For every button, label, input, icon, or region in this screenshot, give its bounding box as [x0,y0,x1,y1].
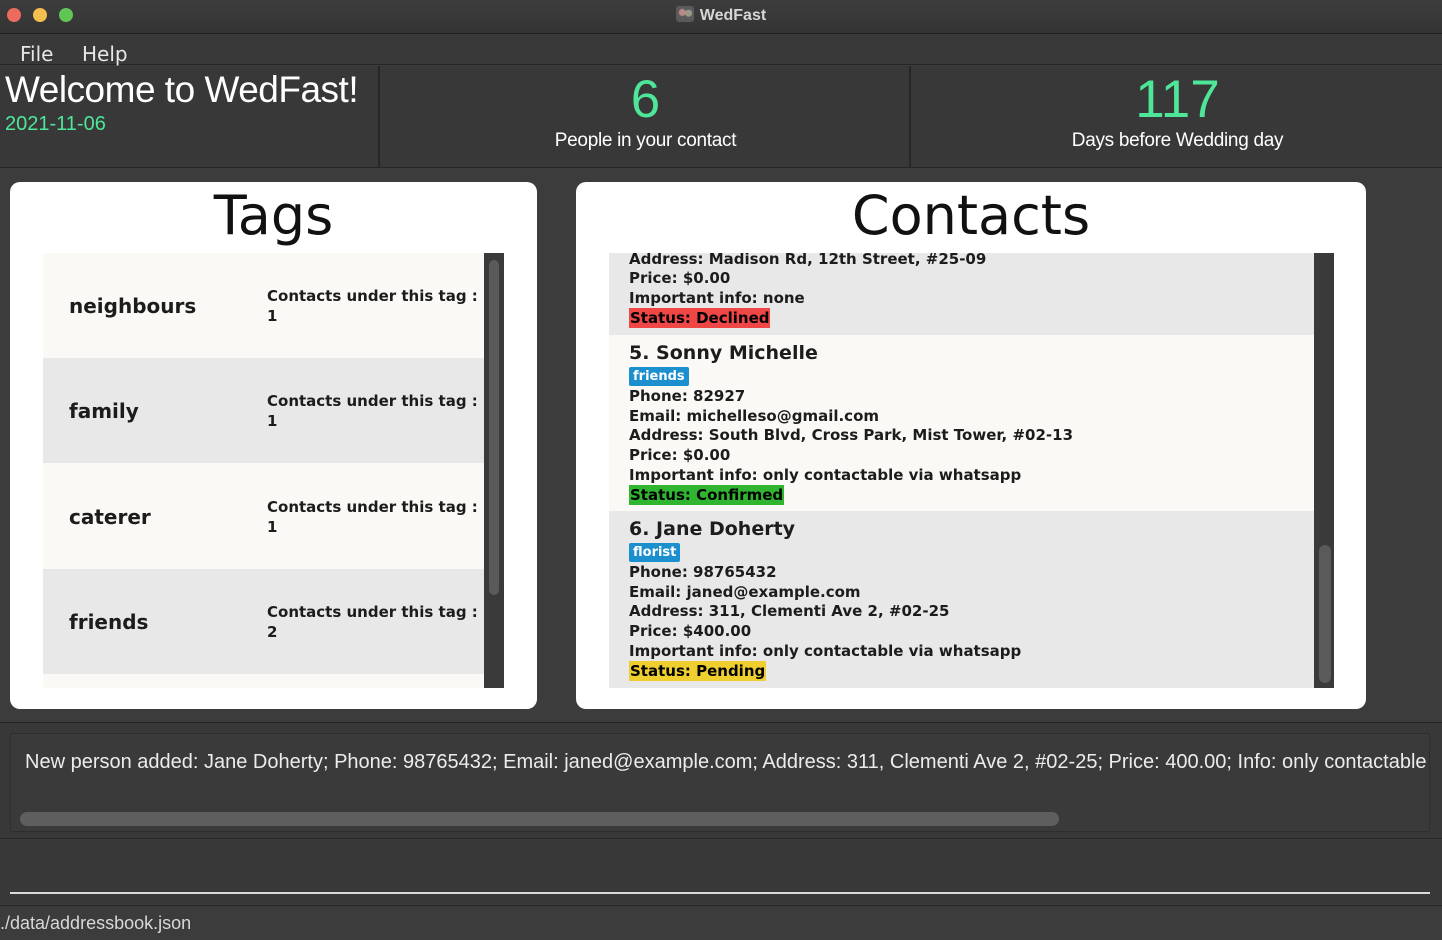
tags-panel-title: Tags [213,184,334,247]
contact-email: Email: michelleso@gmail.com [629,407,880,425]
contact-price: Price: $0.00 [629,446,731,464]
title-bar: WedFast [0,0,1442,34]
tag-count: 1 [267,518,278,536]
window-title-wrap: WedFast [0,6,1442,25]
contact-name: 6. Jane Doherty [629,518,796,540]
tag-count-label: Contacts under this tag : [267,287,478,305]
tag-count-label: Contacts under this tag : [267,498,478,516]
tag-count-label: Contacts under this tag : [267,603,478,621]
tag-count: 1 [267,307,278,325]
result-display[interactable]: New person added: Jane Doherty; Phone: 9… [10,733,1430,832]
welcome-title: Welcome to WedFast! [5,69,359,110]
menu-file[interactable]: File [20,42,53,66]
contact-price: Price: $0.00 [629,269,731,287]
days-count-stat: 117 Days before Wedding day [913,66,1442,168]
contact-card-jane-doherty[interactable]: 6. Jane Doherty florist Phone: 98765432 … [609,511,1314,688]
contact-card-sonny-michelle[interactable]: 5. Sonny Michelle friends Phone: 82927 E… [609,335,1314,511]
tag-row-caterer[interactable]: caterer Contacts under this tag : 1 [43,464,484,569]
tag-list-scroll-thumb[interactable] [489,260,499,595]
contacts-panel: Contacts Address: Madison Rd, 12th Stree… [576,182,1366,709]
status-bar: ./data/addressbook.json [0,905,1442,940]
command-area [0,840,1442,904]
days-count: 117 [1135,70,1220,129]
contact-phone: Phone: 98765432 [629,563,777,581]
contact-status-pending: Status: Pending [629,661,767,681]
contacts-panel-title: Contacts [851,184,1091,247]
tags-panel: Tags neighbours Contacts under this tag … [10,182,537,709]
data-file-path: ./data/addressbook.json [0,913,192,933]
contact-name: 5. Sonny Michelle [629,342,818,364]
contact-address: Address: Madison Rd, 12th Street, #25-09 [629,253,987,268]
tag-count: 1 [267,412,278,430]
command-input[interactable] [10,848,1430,894]
stats-header: Welcome to WedFast! 2021-11-06 6 People … [0,66,1442,168]
result-message: New person added: Jane Doherty; Phone: 9… [25,751,1430,773]
days-count-label: Days before Wedding day [1071,130,1284,151]
contact-tag-chip: florist [629,543,681,562]
contact-price: Price: $400.00 [629,622,752,640]
menu-bar: File Help [0,35,1442,66]
window-title: WedFast [699,7,767,24]
tag-name: friends [69,610,149,634]
tag-name: caterer [69,505,151,529]
contact-info: Important info: only contactable via wha… [629,466,1022,484]
tag-list-scrollbar[interactable] [484,253,504,688]
menu-help[interactable]: Help [82,42,128,66]
contacts-count-stat: 6 People in your contact [382,66,911,168]
tag-count-label: Contacts under this tag : [267,392,478,410]
contact-email: Email: janed@example.com [629,583,861,601]
contacts-count: 6 [630,70,661,129]
contact-address: Address: 311, Clementi Ave 2, #02-25 [629,602,950,620]
tag-row-neighbours[interactable]: neighbours Contacts under this tag : 1 [43,253,484,358]
tag-count: 2 [267,623,278,641]
tag-row-family[interactable]: family Contacts under this tag : 1 [43,358,484,463]
contact-info: Important info: only contactable via wha… [629,642,1022,660]
contact-list[interactable]: Address: Madison Rd, 12th Street, #25-09… [609,253,1314,688]
current-date: 2021-11-06 [5,113,106,135]
contact-status-confirmed: Status: Confirmed [629,485,785,505]
contact-list-scrollbar[interactable] [1314,253,1334,688]
result-horizontal-scrollbar[interactable] [20,812,1059,826]
contact-card-partial[interactable]: Address: Madison Rd, 12th Street, #25-09… [609,253,1314,335]
result-display-area: New person added: Jane Doherty; Phone: 9… [0,722,1442,839]
contacts-count-label: People in your contact [554,130,737,151]
contact-address: Address: South Blvd, Cross Park, Mist To… [629,426,1074,444]
tag-name: family [69,399,139,423]
tag-row-friends[interactable]: friends Contacts under this tag : 2 [43,569,484,674]
app-icon [675,6,694,22]
contact-info: Important info: none [629,289,805,307]
contact-list-scroll-thumb[interactable] [1319,545,1331,683]
contact-phone: Phone: 82927 [629,387,746,405]
welcome-box: Welcome to WedFast! 2021-11-06 [0,66,380,168]
contact-status-declined: Status: Declined [629,308,771,328]
tag-list[interactable]: neighbours Contacts under this tag : 1 f… [43,253,484,688]
contact-tag-chip: friends [629,367,689,386]
tag-name: neighbours [69,294,197,318]
